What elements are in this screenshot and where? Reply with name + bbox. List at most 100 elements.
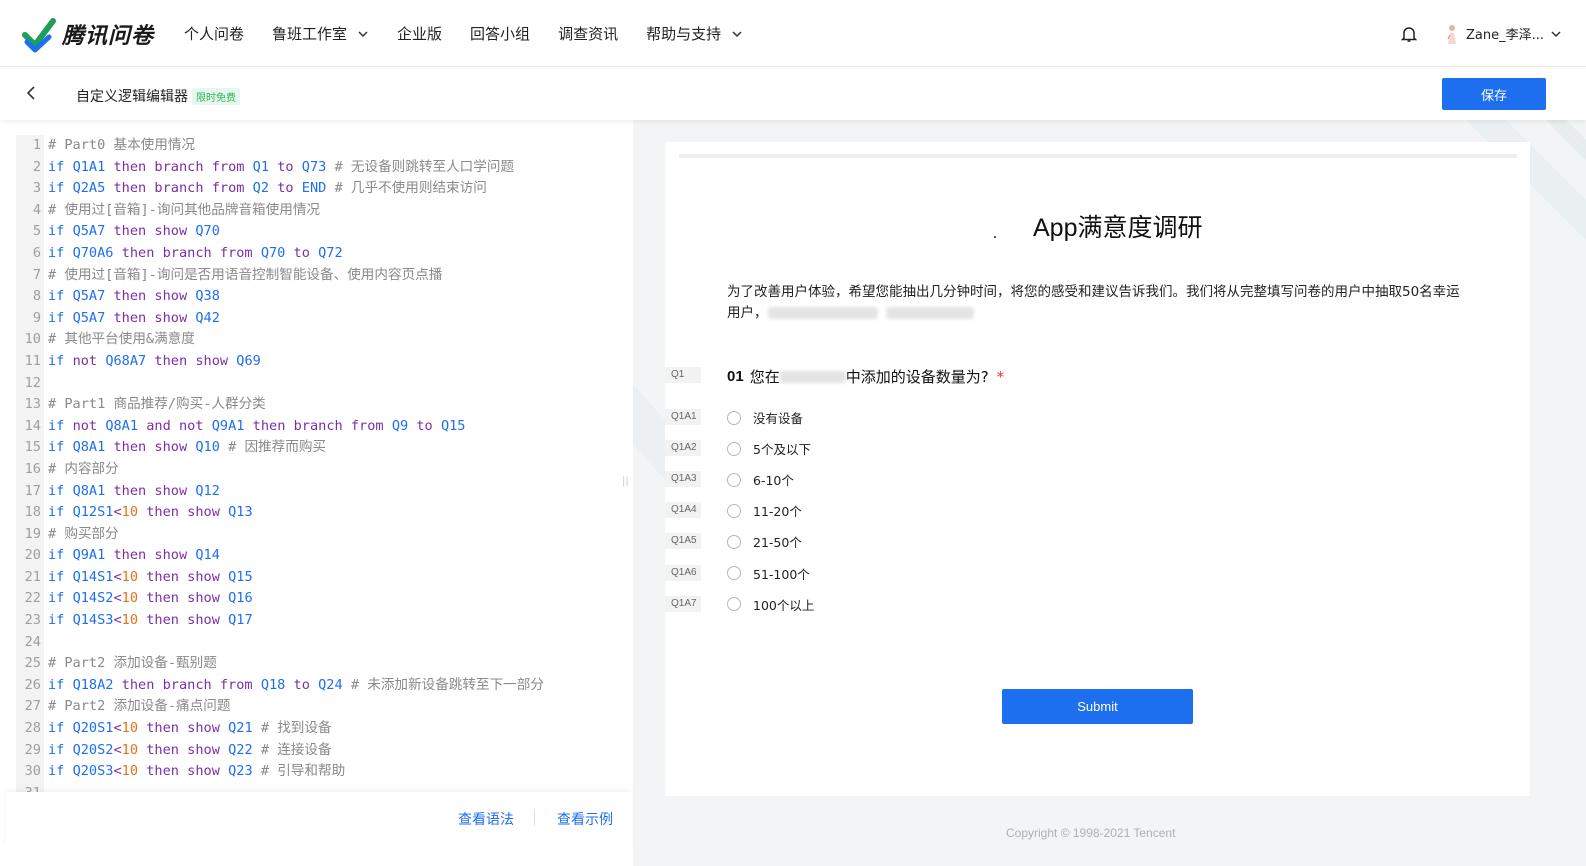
code-token: Q10	[195, 439, 220, 456]
code-line[interactable]: 14 if not Q8A1 and not Q9A1 then branch f…	[16, 415, 544, 438]
save-button[interactable]: 保存	[1442, 78, 1546, 110]
code-token: then show	[138, 590, 229, 607]
code-line[interactable]: 7 # 使用过[音箱]-询问是否用语音控制智能设备、使用内容页点播	[16, 264, 544, 287]
code-line[interactable]: 31	[16, 782, 544, 792]
code-line[interactable]: 16 # 内容部分	[16, 458, 544, 481]
code-line[interactable]: 4 # 使用过[音箱]-询问其他品牌音箱使用情况	[16, 199, 544, 222]
code-token: # Part1 商品推荐/购买-人群分类	[48, 396, 266, 413]
code-token: if	[48, 158, 73, 175]
line-number: 3	[16, 178, 44, 200]
question-text: 您在	[749, 368, 780, 386]
avatar[interactable]	[1444, 23, 1460, 45]
line-number: 13	[16, 394, 44, 416]
code-token: Q42	[195, 309, 220, 326]
code-line[interactable]: 5 if Q5A7 then show Q70	[16, 221, 544, 243]
code-token: Q1	[252, 158, 270, 175]
code-token: Q20S2	[72, 741, 114, 758]
code-token: # 其他平台使用&满意度	[48, 331, 195, 348]
code-text: # 使用过[音箱]-询问是否用语音控制智能设备、使用内容页点播	[44, 265, 442, 287]
code-line[interactable]: 20 if Q9A1 then show Q14	[16, 545, 544, 567]
code-line[interactable]: 25 # Part2 添加设备-甄别题	[16, 653, 544, 675]
code-line[interactable]: 2 if Q1A1 then branch from Q1 to Q73 # 无设…	[16, 156, 544, 179]
radio-button[interactable]	[727, 472, 741, 487]
submit-button[interactable]: Submit	[1002, 689, 1193, 724]
option-tag: Q1A4	[665, 502, 701, 519]
radio-option[interactable]: 51-100个	[727, 564, 810, 583]
code-token: Q69	[236, 352, 261, 369]
code-line[interactable]: 30 if Q20S3<10 then show Q23 # 引导和帮助	[16, 761, 544, 783]
view-syntax-link[interactable]: 查看语法	[458, 809, 514, 829]
code-line[interactable]: 18 if Q12S1<10 then show Q13	[16, 502, 544, 524]
code-text: # 内容部分	[44, 459, 119, 481]
code-line[interactable]: 24	[16, 631, 544, 654]
code-token: Q18	[260, 676, 286, 693]
code-token: <	[113, 612, 122, 629]
radio-button[interactable]	[727, 503, 741, 518]
code-token: 10	[121, 763, 139, 780]
code-token: Q1A1	[72, 158, 106, 175]
code-line[interactable]: 8 if Q5A7 then show Q38	[16, 286, 544, 308]
option-tag: Q1A6	[665, 564, 701, 581]
code-line[interactable]: 21 if Q14S1<10 then show Q15	[16, 566, 544, 589]
code-token: Q70	[195, 223, 220, 240]
code-line[interactable]: 6 if Q70A6 then branch from Q70 to Q72	[16, 242, 544, 265]
code-line[interactable]: 26 if Q18A2 then branch from Q18 to Q24 #…	[16, 674, 544, 697]
back-arrow-icon[interactable]	[24, 85, 40, 101]
code-line[interactable]: 29 if Q20S2<10 then show Q22 # 连接设备	[16, 739, 544, 762]
option-label: 5个及以下	[753, 442, 811, 458]
resize-handle[interactable]: ||	[622, 476, 629, 487]
radio-option[interactable]: 21-50个	[727, 532, 802, 551]
radio-option[interactable]: 没有设备	[727, 408, 803, 427]
code-text: if Q20S1<10 then show Q21 # 找到设备	[44, 718, 332, 740]
radio-option[interactable]: 5个及以下	[727, 439, 811, 458]
code-line[interactable]: 10 # 其他平台使用&满意度	[16, 329, 544, 351]
question-title: 01 您在 中添加的设备数量为? *	[727, 366, 1004, 387]
nav-item-luban[interactable]: 鲁班工作室	[272, 23, 369, 44]
code-token: then branch from	[105, 158, 253, 175]
code-token: # 连接设备	[252, 741, 332, 758]
code-line[interactable]: 23 if Q14S3<10 then show Q17	[16, 610, 544, 632]
code-line[interactable]: 13 # Part1 商品推荐/购买-人群分类	[16, 394, 544, 416]
nav-item-personal[interactable]: 个人问卷	[184, 23, 244, 44]
code-line[interactable]: 19 # 购买部分	[16, 523, 544, 546]
nav-item-enterprise[interactable]: 企业版	[397, 23, 442, 44]
code-line[interactable]: 17 if Q8A1 then show Q12	[16, 480, 544, 503]
username[interactable]: Zane_李泽...	[1466, 24, 1544, 43]
radio-option[interactable]: 100个以上	[727, 595, 814, 614]
code-token: Q21	[228, 720, 253, 737]
logic-code-editor[interactable]: 1 # Part0 基本使用情况 2 if Q1A1 then branch from…	[6, 120, 632, 792]
radio-button[interactable]	[727, 534, 741, 549]
radio-option[interactable]: 11-20个	[727, 501, 802, 520]
code-line[interactable]: 15 if Q8A1 then show Q10 # 因推荐而购买	[16, 437, 544, 459]
code-text: if Q14S3<10 then show Q17	[44, 610, 253, 632]
survey-intro: 为了改善用户体验，希望您能抽出几分钟时间，将您的感受和建议告诉我们。我们将从完整…	[727, 282, 1467, 324]
code-line[interactable]: 3 if Q2A5 then branch from Q2 to END # 几乎…	[16, 178, 544, 200]
chevron-down-icon[interactable]	[1550, 28, 1562, 40]
radio-button[interactable]	[727, 410, 741, 425]
radio-button[interactable]	[727, 441, 741, 456]
radio-button[interactable]	[727, 597, 741, 612]
line-number: 4	[16, 199, 44, 222]
radio-option[interactable]: 6-10个	[727, 470, 794, 489]
code-line[interactable]: 27 # Part2 添加设备-痛点问题	[16, 696, 544, 719]
code-token: if	[48, 741, 73, 758]
code-line[interactable]: 22 if Q14S2<10 then show Q16	[16, 588, 544, 611]
code-line[interactable]: 12	[16, 372, 544, 395]
code-token: 10	[121, 504, 139, 521]
radio-button[interactable]	[727, 566, 741, 580]
code-line[interactable]: 1 # Part0 基本使用情况	[16, 135, 544, 157]
code-token: if	[48, 612, 73, 629]
view-example-link[interactable]: 查看示例	[557, 809, 613, 829]
line-number: 11	[16, 350, 44, 373]
code-line[interactable]: 28 if Q20S1<10 then show Q21 # 找到设备	[16, 718, 544, 740]
nav-item-news[interactable]: 调查资讯	[558, 23, 618, 44]
code-area[interactable]: 1 # Part0 基本使用情况 2 if Q1A1 then branch from…	[16, 135, 544, 792]
code-line[interactable]: 9 if Q5A7 then show Q42	[16, 307, 544, 330]
code-text: if not Q8A1 and not Q9A1 then branch fro…	[44, 416, 466, 438]
nav-item-help[interactable]: 帮助与支持	[646, 23, 743, 44]
nav-item-answer-group[interactable]: 回答小组	[470, 23, 530, 44]
brand-logo[interactable]: 腾讯问卷	[22, 15, 154, 53]
bell-icon[interactable]	[1400, 25, 1418, 43]
code-token: Q17	[228, 612, 253, 629]
code-line[interactable]: 11 if not Q68A7 then show Q69	[16, 350, 544, 373]
